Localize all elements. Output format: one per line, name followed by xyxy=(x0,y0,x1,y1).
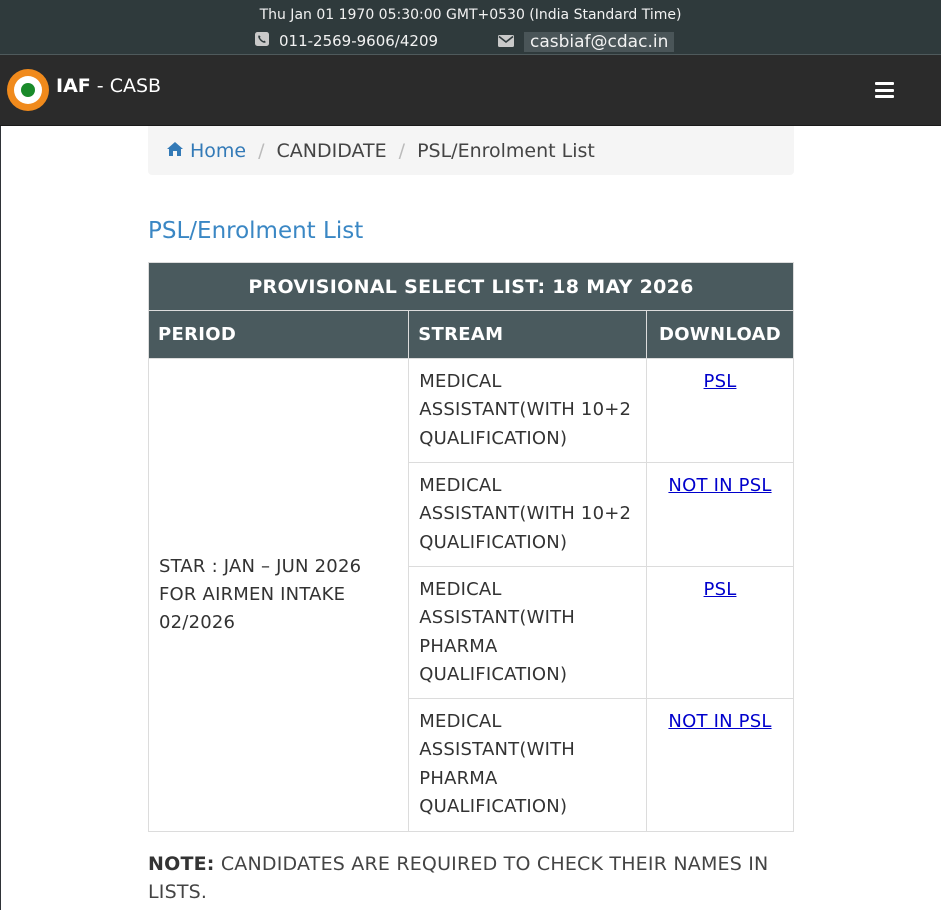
contact-row: 011-2569-9606/4209 casbiaf@cdac.in xyxy=(0,32,941,52)
breadcrumb-separator: / xyxy=(258,139,265,162)
phone-contact: 011-2569-9606/4209 xyxy=(255,32,438,50)
brand-rest: - CASB xyxy=(90,75,162,97)
stream-cell: MEDICAL ASSISTANT(WITH PHARMA QUALIFICAT… xyxy=(408,698,648,833)
datetime-text: Thu Jan 01 1970 05:30:00 GMT+0530 (India… xyxy=(259,7,682,23)
page-title: PSL/Enrolment List xyxy=(148,218,364,244)
home-icon xyxy=(166,140,184,162)
header-period: PERIOD xyxy=(147,310,410,359)
download-cell: PSL xyxy=(646,358,794,463)
stream-cell: MEDICAL ASSISTANT(WITH 10+2 QUALIFICATIO… xyxy=(408,358,648,463)
not-in-psl-download-link[interactable]: NOT IN PSL xyxy=(668,711,771,732)
psl-download-link[interactable]: PSL xyxy=(704,371,737,392)
note-text: NOTE: CANDIDATES ARE REQUIRED TO CHECK T… xyxy=(148,850,808,906)
breadcrumb-separator: / xyxy=(398,139,406,162)
table-row: STAR : JAN – JUN 2026 FOR AIRMEN INTAKE … xyxy=(147,357,794,833)
breadcrumb-home-label: Home xyxy=(190,139,247,162)
iaf-roundel-logo-icon[interactable] xyxy=(7,69,49,111)
note-label: NOTE: xyxy=(148,853,215,875)
header-stream: STREAM xyxy=(408,310,648,359)
breadcrumb-section: CANDIDATE xyxy=(276,139,387,162)
download-cell: NOT IN PSL xyxy=(646,462,794,567)
table-caption-row: PROVISIONAL SELECT LIST: 18 MAY 2026 xyxy=(148,262,794,311)
brand-bold: IAF xyxy=(56,75,91,97)
main-navbar: IAF - CASB xyxy=(0,55,941,126)
phone-number: 011-2569-9606/4209 xyxy=(279,32,439,50)
breadcrumb: Home / CANDIDATE / PSL/Enrolment List xyxy=(148,126,794,175)
note-body: CANDIDATES ARE REQUIRED TO CHECK THEIR N… xyxy=(148,853,769,903)
brand-name[interactable]: IAF - CASB xyxy=(56,75,161,97)
envelope-icon xyxy=(498,33,514,51)
psl-download-link[interactable]: PSL xyxy=(704,579,737,600)
stream-cell: MEDICAL ASSISTANT(WITH PHARMA QUALIFICAT… xyxy=(408,565,648,700)
breadcrumb-home-link[interactable]: Home xyxy=(166,140,246,162)
not-in-psl-download-link[interactable]: NOT IN PSL xyxy=(668,475,771,496)
download-cell: NOT IN PSL xyxy=(646,698,794,833)
email-address[interactable]: casbiaf@cdac.in xyxy=(524,32,675,52)
email-contact: casbiaf@cdac.in xyxy=(498,32,675,52)
download-cell: PSL xyxy=(646,565,794,700)
table-header-row: PERIOD STREAM DOWNLOAD xyxy=(147,310,794,359)
stream-cell: MEDICAL ASSISTANT(WITH 10+2 QUALIFICATIO… xyxy=(408,462,648,567)
hamburger-menu-icon[interactable] xyxy=(875,82,894,98)
phone-icon xyxy=(255,32,269,50)
psl-table: PROVISIONAL SELECT LIST: 18 MAY 2026 PER… xyxy=(147,262,794,833)
table-caption: PROVISIONAL SELECT LIST: 18 MAY 2026 xyxy=(148,262,794,311)
breadcrumb-current: PSL/Enrolment List xyxy=(417,139,595,162)
period-cell: STAR : JAN – JUN 2026 FOR AIRMEN INTAKE … xyxy=(147,357,410,833)
top-info-bar: Thu Jan 01 1970 05:30:00 GMT+0530 (India… xyxy=(0,0,941,55)
header-download: DOWNLOAD xyxy=(646,310,794,359)
